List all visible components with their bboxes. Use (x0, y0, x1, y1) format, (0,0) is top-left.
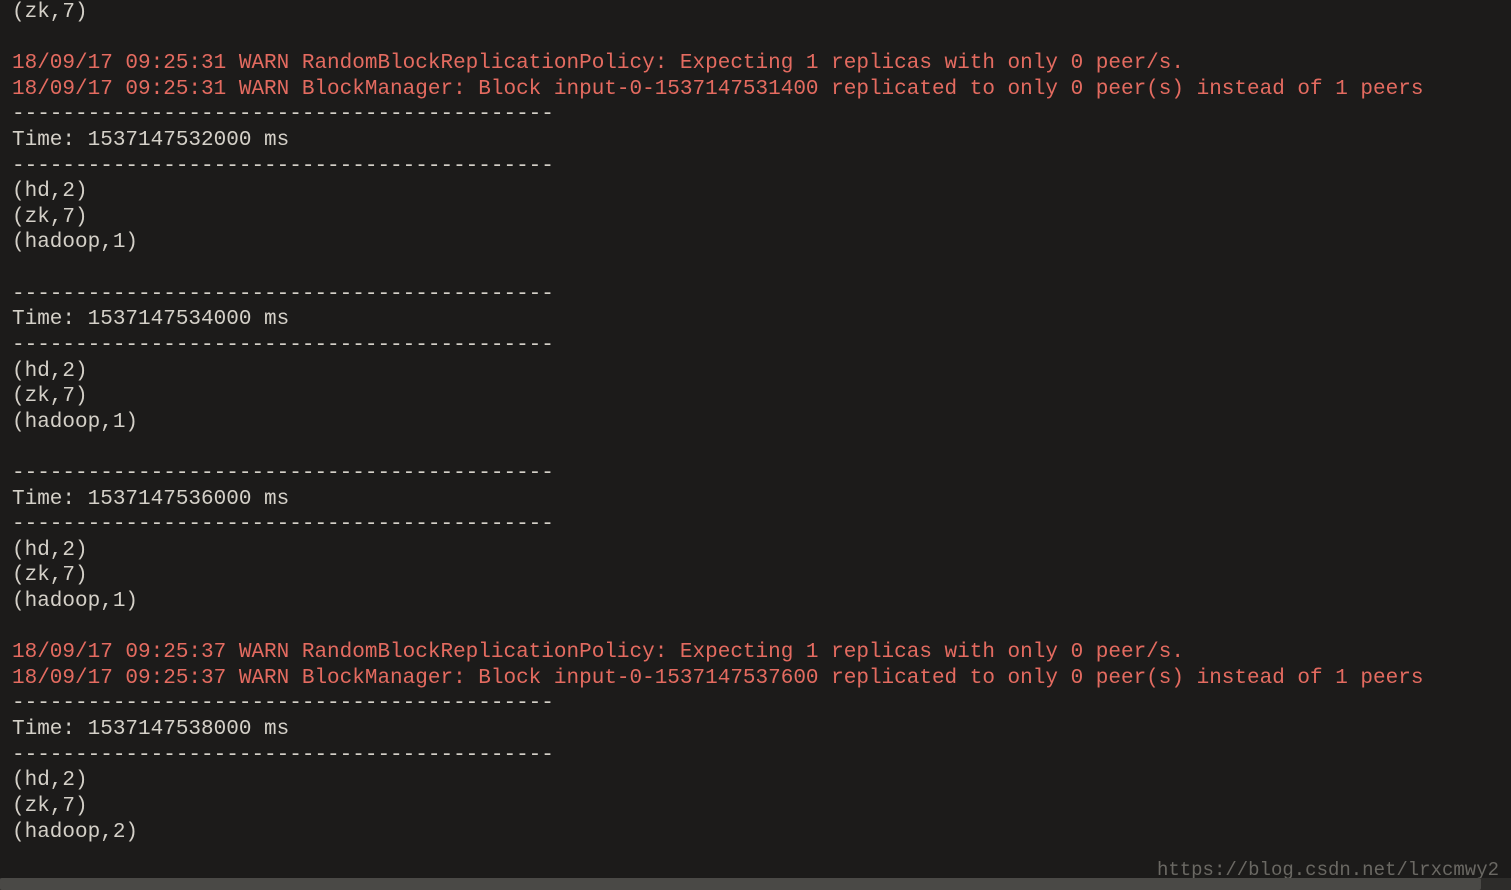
log-warn-line: 18/09/17 09:25:31 WARN RandomBlockReplic… (12, 51, 1499, 77)
log-warn-line: 18/09/17 09:25:37 WARN BlockManager: Blo… (12, 666, 1499, 692)
log-line: (zk,7) (12, 205, 1499, 231)
log-line: (hd,2) (12, 538, 1499, 564)
log-line: (hd,2) (12, 179, 1499, 205)
log-line: (zk,7) (12, 563, 1499, 589)
log-line: (hadoop,1) (12, 230, 1499, 256)
log-line (12, 256, 1499, 282)
log-line (12, 435, 1499, 461)
log-line: ----------------------------------------… (12, 461, 1499, 487)
log-line: (hadoop,1) (12, 410, 1499, 436)
log-warn-line: 18/09/17 09:25:31 WARN BlockManager: Blo… (12, 77, 1499, 103)
log-line: ----------------------------------------… (12, 154, 1499, 180)
log-line: ----------------------------------------… (12, 743, 1499, 769)
log-line: (zk,7) (12, 794, 1499, 820)
log-line: (zk,7) (12, 0, 1499, 26)
log-line: Time: 1537147538000 ms (12, 717, 1499, 743)
log-line: Time: 1537147532000 ms (12, 128, 1499, 154)
log-line: ----------------------------------------… (12, 333, 1499, 359)
log-line (12, 615, 1499, 641)
horizontal-scrollbar-track[interactable] (0, 878, 1511, 890)
log-line: ----------------------------------------… (12, 102, 1499, 128)
horizontal-scrollbar-thumb[interactable] (0, 878, 1481, 890)
terminal-output: (zk,7) 18/09/17 09:25:31 WARN RandomBloc… (12, 0, 1499, 845)
log-line: (zk,7) (12, 384, 1499, 410)
log-line: ----------------------------------------… (12, 691, 1499, 717)
log-line: ----------------------------------------… (12, 282, 1499, 308)
log-line: ----------------------------------------… (12, 512, 1499, 538)
log-line: (hadoop,1) (12, 589, 1499, 615)
log-line: (hd,2) (12, 359, 1499, 385)
log-line: Time: 1537147536000 ms (12, 487, 1499, 513)
log-line: (hadoop,2) (12, 820, 1499, 846)
log-warn-line: 18/09/17 09:25:37 WARN RandomBlockReplic… (12, 640, 1499, 666)
log-line: (hd,2) (12, 768, 1499, 794)
log-line: Time: 1537147534000 ms (12, 307, 1499, 333)
log-line (12, 26, 1499, 52)
